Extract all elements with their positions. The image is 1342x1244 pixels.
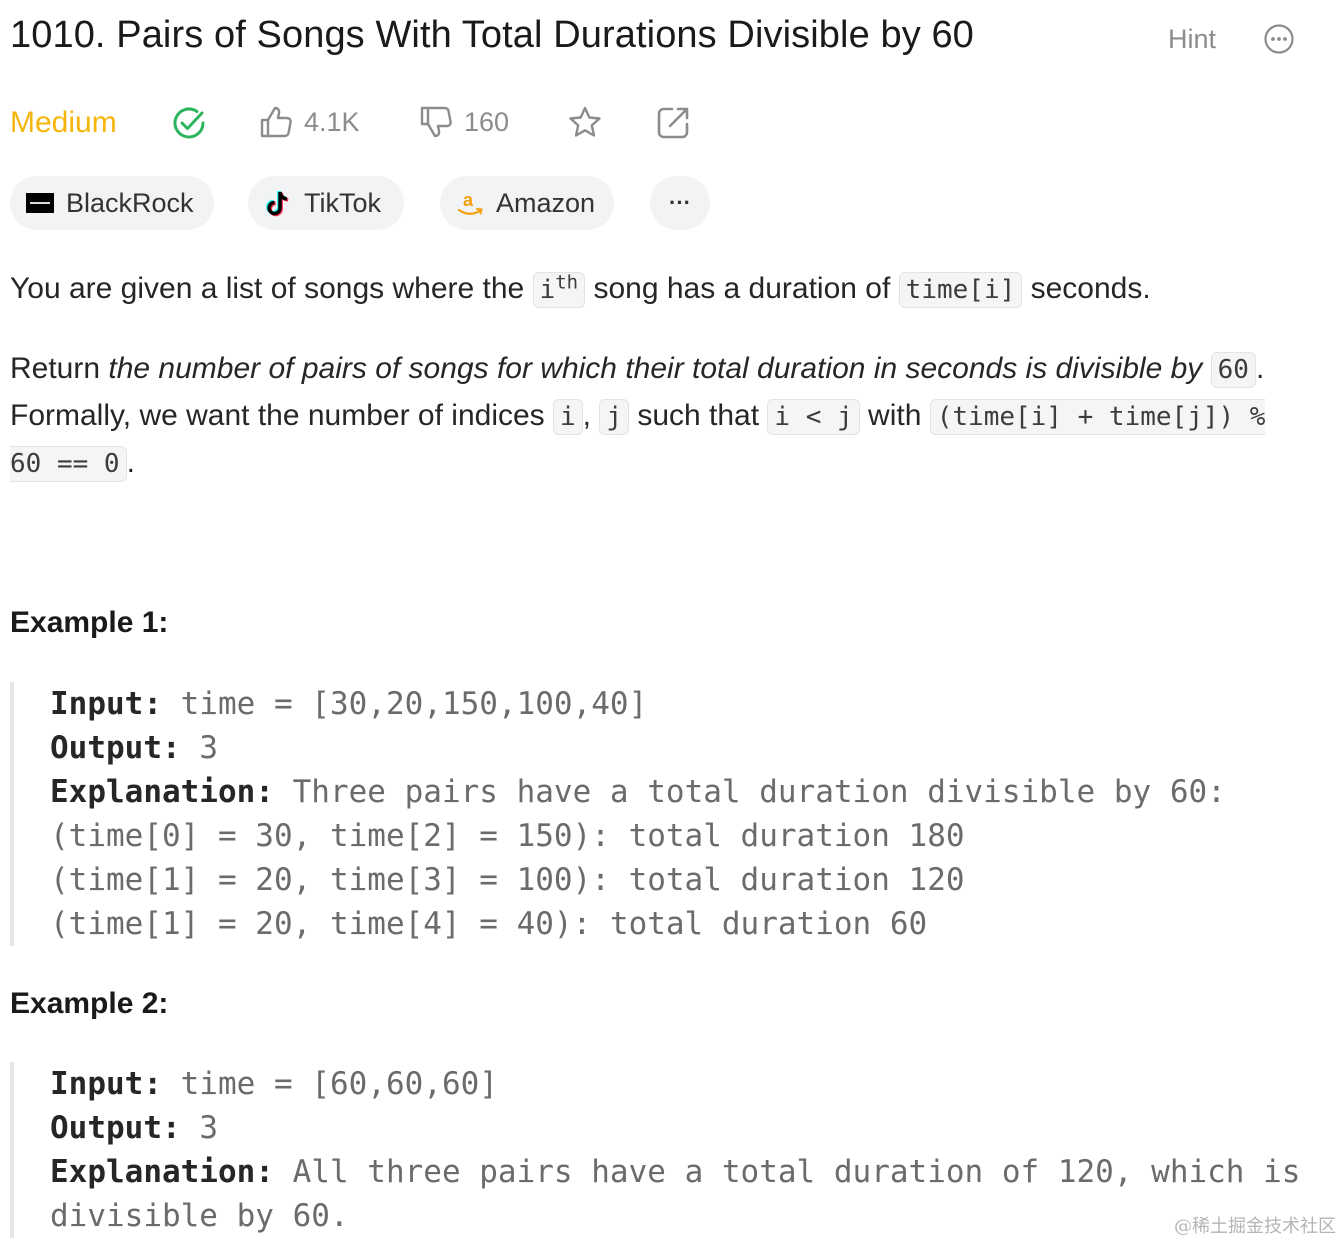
- text-fragment: (time[1] = 20, time[3] = 100): total dur…: [50, 862, 965, 898]
- text-fragment: time = [60,60,60]: [161, 1066, 498, 1102]
- example-2-heading: Example 2:: [10, 987, 169, 1020]
- more-options-icon[interactable]: [1264, 24, 1294, 54]
- share-icon: [657, 107, 689, 139]
- text-fragment: 3: [180, 1110, 218, 1146]
- example-1-block: Input: time = [30,20,150,100,40] Output:…: [10, 682, 1226, 946]
- text-fragment: such that: [629, 399, 768, 432]
- text-fragment: time = [30,20,150,100,40]: [161, 686, 648, 722]
- more-companies-button[interactable]: ···: [650, 176, 710, 230]
- company-name: Amazon: [496, 187, 596, 218]
- problem-title: 1010. Pairs of Songs With Total Duration…: [10, 14, 974, 56]
- text-fragment: the number of pairs of songs for which t…: [108, 352, 1203, 385]
- text-fragment: divisible by 60.: [50, 1198, 349, 1234]
- inline-code: 60: [1210, 352, 1256, 388]
- text-fragment: Output:: [50, 730, 181, 766]
- description-paragraph-1: You are given a list of songs where the …: [10, 266, 1151, 313]
- star-icon: [569, 106, 601, 137]
- inline-code: i < j: [767, 399, 860, 435]
- text-fragment: i: [539, 275, 556, 305]
- solved-status: [170, 104, 208, 142]
- company-tag-blackrock[interactable]: BlackRock: [10, 176, 214, 230]
- hint-button[interactable]: Hint: [1168, 24, 1216, 55]
- description-paragraph-2: Return the number of pairs of songs for …: [10, 346, 1310, 487]
- text-fragment: Input:: [50, 686, 162, 722]
- inline-code: j: [599, 399, 629, 435]
- text-fragment: Three pairs have a total duration divisi…: [273, 774, 1226, 810]
- solved-check-icon: [173, 107, 205, 139]
- thumbs-up-icon: [260, 106, 292, 138]
- favorite-button[interactable]: [566, 104, 604, 142]
- text-fragment: seconds.: [1022, 272, 1151, 305]
- tiktok-logo-icon: [264, 189, 292, 217]
- text-fragment: You are given a list of songs where the: [10, 272, 533, 305]
- text-fragment: Input:: [50, 1066, 162, 1102]
- inline-code: time[i]: [898, 272, 1023, 308]
- company-name: BlackRock: [66, 187, 194, 218]
- thumbs-down-icon: [420, 106, 452, 138]
- difficulty-badge: Medium: [10, 106, 117, 139]
- text-fragment: ,: [582, 399, 600, 432]
- text-fragment: Explanation:: [50, 774, 274, 810]
- like-button[interactable]: 4.1K: [258, 104, 360, 140]
- dislike-button[interactable]: 160: [418, 104, 509, 140]
- inline-code: ith: [532, 271, 586, 308]
- blackrock-logo-icon: [26, 189, 54, 217]
- like-count: 4.1K: [304, 106, 360, 137]
- text-fragment: .: [126, 446, 135, 479]
- text-fragment: All three pairs have a total duration of…: [273, 1154, 1301, 1190]
- text-fragment: song has a duration of: [585, 272, 899, 305]
- inline-code: i: [553, 399, 583, 435]
- text-fragment: 3: [180, 730, 218, 766]
- text-fragment: (time[1] = 20, time[4] = 40): total dura…: [50, 906, 928, 942]
- company-tag-amazon[interactable]: a Amazon: [440, 176, 614, 230]
- svg-text:a: a: [463, 190, 474, 210]
- text-fragment: th: [555, 271, 579, 294]
- text-fragment: Explanation:: [50, 1154, 274, 1190]
- amazon-logo-icon: a: [456, 189, 484, 217]
- watermark: @稀土掘金技术社区: [1174, 1216, 1336, 1237]
- share-button[interactable]: [654, 104, 692, 142]
- text-fragment: Return: [10, 352, 109, 385]
- dislike-count: 160: [464, 106, 510, 137]
- example-1-heading: Example 1:: [10, 606, 169, 639]
- company-name: TikTok: [304, 187, 382, 218]
- text-fragment: (time[0] = 30, time[2] = 150): total dur…: [50, 818, 965, 854]
- example-2-block: Input: time = [60,60,60] Output: 3 Expla…: [10, 1062, 1300, 1238]
- text-fragment: with: [859, 399, 930, 432]
- text-fragment: Output:: [50, 1110, 181, 1146]
- company-tag-tiktok[interactable]: TikTok: [248, 176, 404, 230]
